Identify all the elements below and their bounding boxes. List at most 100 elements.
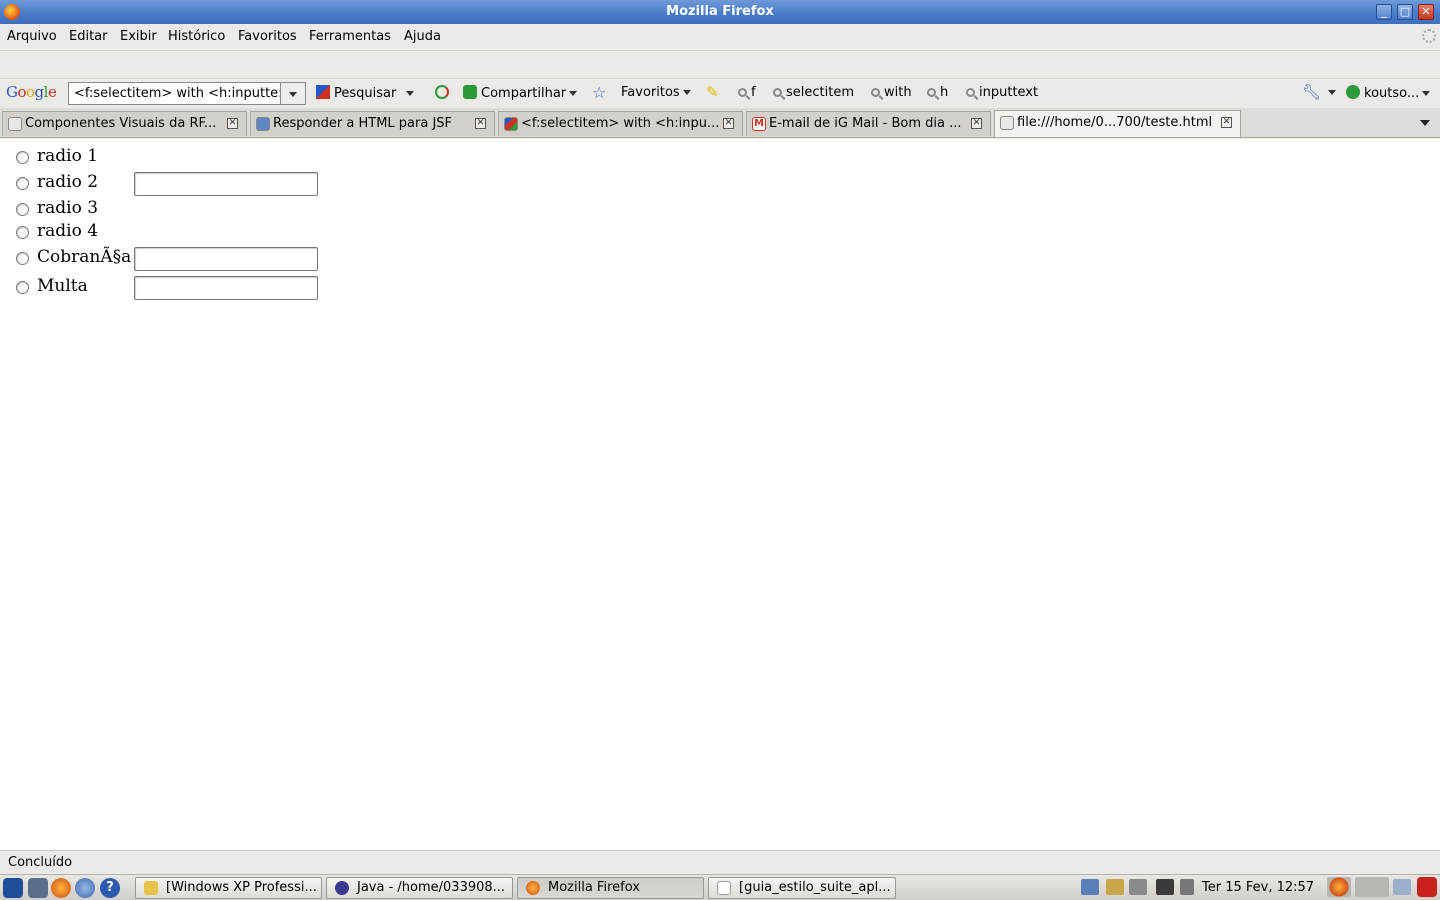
window-titlebar[interactable]: Mozilla Firefox _ □ ✕ xyxy=(0,0,1440,24)
star-icon[interactable]: ☆ xyxy=(592,83,606,102)
menu-favoritos[interactable]: Favoritos xyxy=(238,29,297,44)
radio-cobranca[interactable] xyxy=(16,252,29,265)
highlight-term-f[interactable]: f xyxy=(738,85,756,100)
highlight-term-inputtext[interactable]: inputtext xyxy=(966,85,1038,100)
tab-list-dropdown-icon[interactable] xyxy=(1420,120,1430,126)
close-tab-icon[interactable]: ✕ xyxy=(971,118,982,129)
magnifier-icon xyxy=(871,88,880,97)
close-tab-icon[interactable]: ✕ xyxy=(1221,117,1232,128)
start-menu-icon[interactable] xyxy=(3,878,23,898)
taskbar-window-title: [Windows XP Professi... xyxy=(166,880,317,895)
radio-label: radio 2 xyxy=(37,172,99,192)
share-icon xyxy=(463,85,477,99)
help-icon[interactable]: ? xyxy=(100,878,120,898)
display-icon[interactable] xyxy=(1156,879,1174,895)
taskbar-window-title: Mozilla Firefox xyxy=(548,880,640,895)
radio-4[interactable] xyxy=(16,226,29,239)
pesquisar-label: Pesquisar xyxy=(334,86,397,101)
workspace-switcher[interactable] xyxy=(1355,877,1389,897)
account-status-icon xyxy=(1346,85,1360,99)
wrench-icon[interactable]: 🔧︎ xyxy=(1302,83,1321,101)
menu-ferramentas[interactable]: Ferramentas xyxy=(309,29,391,44)
show-desktop-icon[interactable] xyxy=(28,878,48,898)
search-history-dropdown[interactable] xyxy=(280,83,305,104)
menu-historico[interactable]: Histórico xyxy=(168,29,225,44)
navigation-toolbar xyxy=(0,50,1440,78)
compartilhar-button[interactable]: Compartilhar xyxy=(463,85,578,101)
page-icon xyxy=(1000,116,1014,130)
cobranca-text-input[interactable] xyxy=(134,247,318,271)
google-toolbar: Google Pesquisar Compartilhar ☆ Favorito… xyxy=(0,78,1440,108)
clock[interactable]: Ter 15 Fev, 12:57 xyxy=(1202,880,1314,895)
google-logo[interactable]: Google xyxy=(6,83,57,101)
term-label: with xyxy=(884,85,912,100)
compartilhar-label: Compartilhar xyxy=(481,86,567,101)
favoritos-button[interactable]: Favoritos xyxy=(621,85,691,100)
taskbar-window-xp[interactable]: [Windows XP Professi... xyxy=(135,877,322,899)
radio-label: Multa xyxy=(37,276,88,296)
close-tab-icon[interactable]: ✕ xyxy=(227,118,238,129)
close-tab-icon[interactable]: ✕ xyxy=(475,118,486,129)
network-icon[interactable] xyxy=(1081,879,1099,895)
magnifier-icon xyxy=(773,88,782,97)
close-tab-icon[interactable]: ✕ xyxy=(723,118,734,129)
trash-icon[interactable] xyxy=(1393,879,1411,895)
mail-launcher-icon[interactable] xyxy=(75,878,95,898)
tab-title: <f:selectitem> with <h:inpu... xyxy=(521,116,720,131)
multa-text-input[interactable] xyxy=(134,276,318,300)
highlight-term-h[interactable]: h xyxy=(927,85,948,100)
pagerank-icon[interactable] xyxy=(435,85,453,101)
taskbar-window-java[interactable]: Java - /home/033908... xyxy=(326,877,513,899)
wrench-dropdown[interactable] xyxy=(1325,85,1336,100)
tab-selectitem-search[interactable]: <f:selectitem> with <h:inpu... ✕ xyxy=(498,111,743,136)
document-icon xyxy=(717,881,731,895)
status-bar: Concluído xyxy=(0,850,1440,874)
highlight-term-with[interactable]: with xyxy=(871,85,912,100)
vm-icon xyxy=(144,881,158,895)
menu-ajuda[interactable]: Ajuda xyxy=(404,29,441,44)
highlighter-icon[interactable]: ✎ xyxy=(706,83,719,101)
printer-icon[interactable] xyxy=(1129,879,1147,895)
radio-label: radio 4 xyxy=(37,221,99,241)
taskbar-window-guia-estilo[interactable]: [guia_estilo_suite_apl... xyxy=(708,877,896,899)
menu-editar[interactable]: Editar xyxy=(69,29,108,44)
taskbar: ? [Windows XP Professi... Java - /home/0… xyxy=(0,874,1440,900)
radio-2[interactable] xyxy=(16,177,29,190)
radio-1[interactable] xyxy=(16,151,29,164)
term-label: f xyxy=(751,85,756,100)
throbber-icon xyxy=(1422,29,1436,43)
highlight-term-selectitem[interactable]: selectitem xyxy=(773,85,854,100)
radio-label: radio 1 xyxy=(37,146,99,166)
menu-bar: Arquivo Editar Exibir Histórico Favorito… xyxy=(0,24,1440,50)
close-button[interactable]: ✕ xyxy=(1418,4,1434,20)
status-text: Concluído xyxy=(8,855,73,870)
radio-multa[interactable] xyxy=(16,281,29,294)
term-label: h xyxy=(940,85,949,100)
page-content: radio 1 radio 2 radio 3 radio 4 CobranÃ§… xyxy=(0,139,1440,850)
tab-componentes-visuais[interactable]: Componentes Visuais da RF... ✕ xyxy=(2,111,247,136)
pesquisar-button[interactable]: Pesquisar xyxy=(316,85,415,101)
menu-exibir[interactable]: Exibir xyxy=(120,29,157,44)
google-search-box xyxy=(68,82,306,105)
tab-responder-html[interactable]: Responder a HTML para JSF ✕ xyxy=(250,111,495,136)
google-search-input[interactable] xyxy=(69,83,281,104)
minimize-button[interactable]: _ xyxy=(1376,4,1392,20)
menu-arquivo[interactable]: Arquivo xyxy=(7,29,57,44)
firefox-tray-icon[interactable] xyxy=(1327,877,1351,897)
account-button[interactable]: koutso... xyxy=(1346,85,1431,101)
clipboard-icon[interactable] xyxy=(1106,879,1124,895)
tab-teste-html[interactable]: file:///home/0...700/teste.html ✕ xyxy=(994,110,1241,137)
maximize-button[interactable]: □ xyxy=(1397,4,1413,20)
radio-2-text-input[interactable] xyxy=(134,172,318,196)
term-label: selectitem xyxy=(786,85,854,100)
firefox-launcher-icon[interactable] xyxy=(51,878,71,898)
radio-label: CobranÃ§a xyxy=(37,247,132,267)
radio-label: radio 3 xyxy=(37,198,99,218)
power-icon[interactable] xyxy=(1417,877,1437,897)
tab-ig-mail[interactable]: M E-mail de iG Mail - Bom dia ... ✕ xyxy=(746,111,991,136)
page-icon xyxy=(8,117,22,131)
radio-3[interactable] xyxy=(16,203,29,216)
firefox-icon xyxy=(526,881,540,895)
volume-icon[interactable] xyxy=(1180,879,1194,895)
taskbar-window-firefox[interactable]: Mozilla Firefox xyxy=(517,877,704,899)
